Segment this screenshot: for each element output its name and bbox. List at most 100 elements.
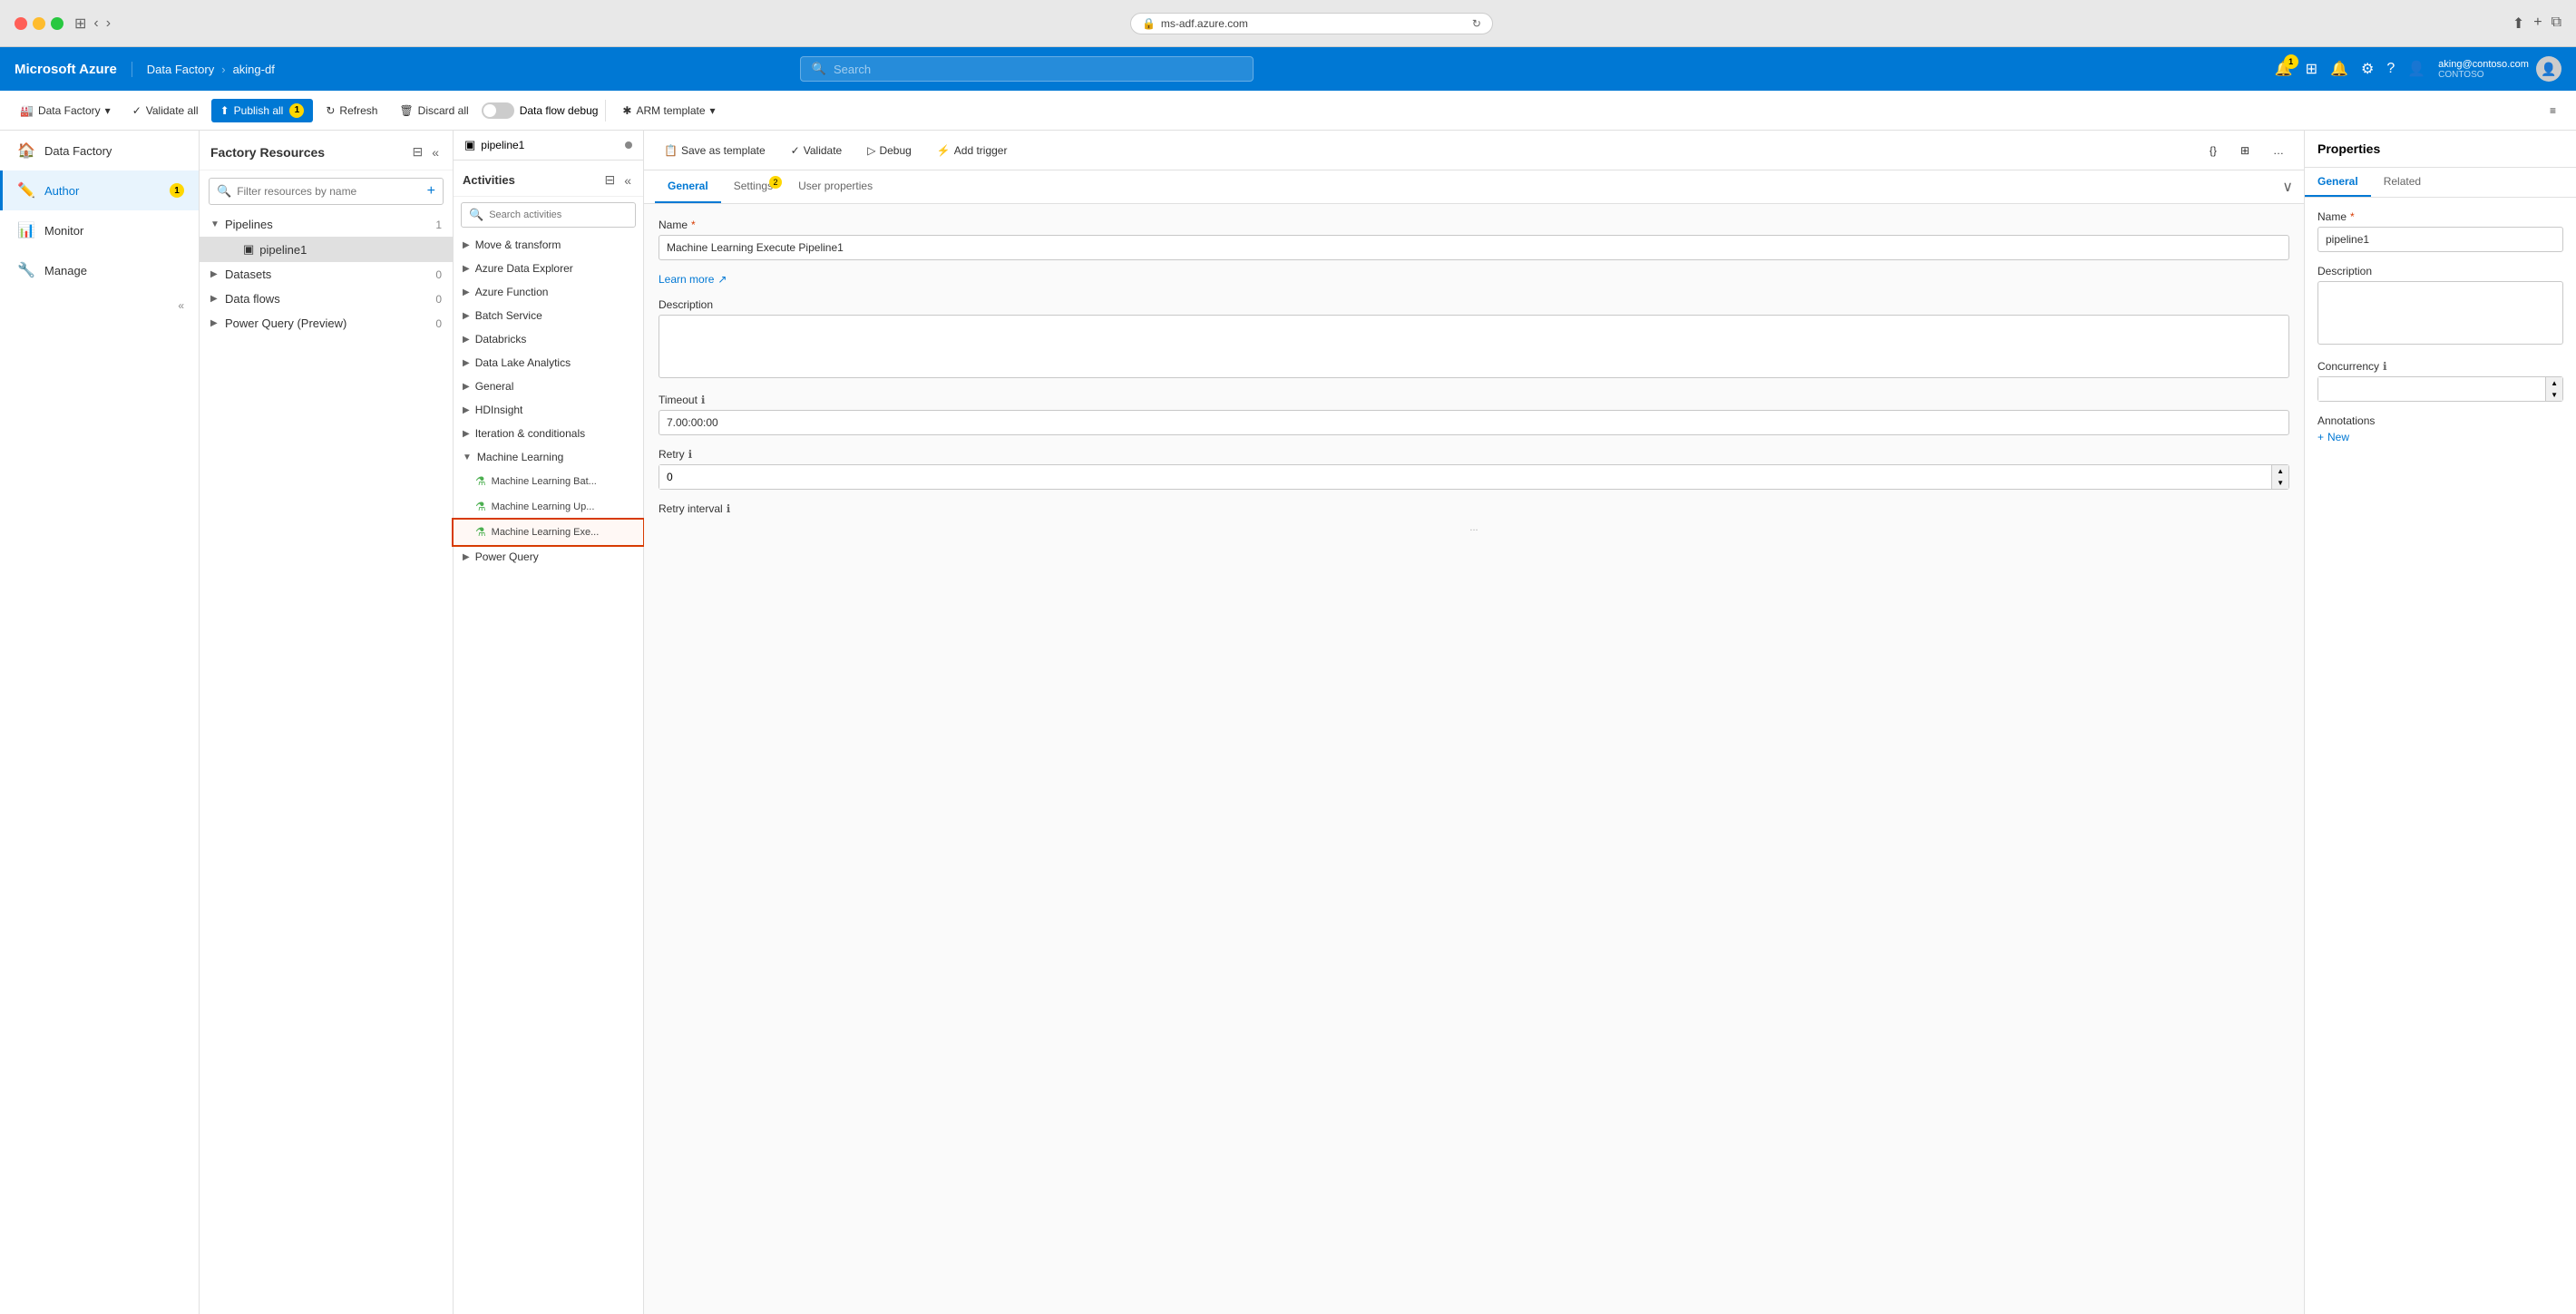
- category-databricks[interactable]: ▶ Databricks: [454, 327, 643, 351]
- validate-button[interactable]: ✓ Validate: [782, 140, 852, 161]
- concurrency-decrement[interactable]: ▼: [2546, 389, 2562, 401]
- sidebar-item-monitor[interactable]: 📊 Monitor: [0, 210, 199, 250]
- category-iteration[interactable]: ▶ Iteration & conditionals: [454, 422, 643, 445]
- sidebar-label-manage: Manage: [44, 264, 87, 277]
- help-icon[interactable]: ?: [2386, 61, 2395, 77]
- nav-user[interactable]: aking@contoso.com CONTOSO 👤: [2438, 56, 2561, 82]
- activity-ml-batch[interactable]: ⚗ Machine Learning Bat...: [454, 469, 643, 494]
- category-general[interactable]: ▶ General: [454, 375, 643, 398]
- retry-spinner[interactable]: ▲ ▼: [659, 464, 2289, 490]
- more-options-button[interactable]: …: [2264, 140, 2293, 161]
- retry-interval-group: Retry interval ℹ ...: [659, 502, 2289, 537]
- account-icon[interactable]: 👤: [2407, 60, 2425, 78]
- toolbar-menu-button[interactable]: ≡: [2541, 100, 2565, 122]
- alerts-icon[interactable]: 🔔: [2330, 60, 2348, 78]
- breadcrumb-data-factory[interactable]: Data Factory: [147, 63, 214, 76]
- monitor-icon: 📊: [17, 221, 35, 239]
- tab-general[interactable]: General: [655, 170, 721, 203]
- save-template-button[interactable]: 📋 Save as template: [655, 140, 775, 161]
- portal-menu-icon[interactable]: ⊞: [2306, 60, 2317, 78]
- pipeline-tab[interactable]: ▣ pipeline1: [454, 131, 643, 161]
- new-tab-icon[interactable]: +: [2533, 15, 2542, 33]
- concurrency-input[interactable]: [2318, 377, 2545, 401]
- concurrency-spinner[interactable]: ▲ ▼: [2317, 376, 2563, 402]
- category-azure-function[interactable]: ▶ Azure Function: [454, 280, 643, 304]
- description-textarea[interactable]: [659, 315, 2289, 378]
- validate-all-button[interactable]: ✓ Validate all: [123, 100, 208, 122]
- back-icon[interactable]: ‹: [93, 15, 98, 32]
- tab-settings[interactable]: Settings 2: [721, 170, 785, 203]
- breadcrumb-aking-df[interactable]: aking-df: [233, 63, 275, 76]
- reload-icon[interactable]: ↻: [1472, 17, 1481, 30]
- tabs-icon[interactable]: ⧉: [2552, 15, 2561, 33]
- code-view-button[interactable]: {}: [2200, 140, 2226, 161]
- activities-collapse-btn[interactable]: ⊟: [601, 170, 618, 190]
- toggle-switch[interactable]: [482, 102, 514, 119]
- layout-button[interactable]: ⊞: [2231, 140, 2259, 161]
- data-flow-debug-toggle[interactable]: Data flow debug: [482, 102, 599, 119]
- retry-input[interactable]: [659, 465, 2271, 489]
- expand-button[interactable]: ∨: [2282, 178, 2293, 196]
- new-annotation-button[interactable]: + New: [2317, 431, 2349, 443]
- category-data-lake-analytics[interactable]: ▶ Data Lake Analytics: [454, 351, 643, 375]
- retry-decrement[interactable]: ▼: [2272, 477, 2288, 489]
- add-resource-button[interactable]: +: [427, 183, 435, 200]
- tree-pipelines[interactable]: ▼ Pipelines 1: [200, 212, 453, 237]
- activity-ml-update[interactable]: ⚗ Machine Learning Up...: [454, 494, 643, 520]
- concurrency-increment[interactable]: ▲: [2546, 377, 2562, 389]
- category-azure-data-explorer[interactable]: ▶ Azure Data Explorer: [454, 257, 643, 280]
- name-input[interactable]: [659, 235, 2289, 260]
- category-machine-learning[interactable]: ▼ Machine Learning: [454, 445, 643, 469]
- timeout-input[interactable]: [659, 410, 2289, 435]
- right-tab-related[interactable]: Related: [2371, 168, 2434, 197]
- close-button[interactable]: [15, 17, 27, 30]
- activity-search-box[interactable]: 🔍: [461, 202, 636, 228]
- right-description-textarea[interactable]: [2317, 281, 2563, 345]
- ml-execute-label: Machine Learning Exe...: [492, 527, 600, 538]
- discard-all-button[interactable]: 🗑 Discard all: [390, 100, 477, 122]
- sidebar-toggle-icon[interactable]: ⊞: [74, 15, 86, 33]
- forward-icon[interactable]: ›: [106, 15, 111, 32]
- tree-pipeline1[interactable]: ▣ pipeline1: [200, 237, 453, 262]
- sidebar-item-author[interactable]: ✏️ Author 1: [0, 170, 199, 210]
- sidebar-item-manage[interactable]: 🔧 Manage: [0, 250, 199, 290]
- data-factory-dropdown[interactable]: 🏭 Data Factory ▾: [11, 100, 120, 122]
- refresh-button[interactable]: ↻ Refresh: [317, 100, 386, 122]
- debug-button[interactable]: ▷ Debug: [858, 140, 921, 161]
- azure-brand[interactable]: Microsoft Azure: [15, 62, 132, 77]
- tree-power-query[interactable]: ▶ Power Query (Preview) 0: [200, 311, 453, 336]
- sidebar-collapse-button[interactable]: «: [163, 290, 199, 321]
- datasets-count: 0: [435, 268, 442, 281]
- panel-collapse-btn[interactable]: ⊟: [409, 141, 425, 162]
- settings-icon[interactable]: ⚙: [2361, 60, 2374, 78]
- address-bar[interactable]: 🔒 ms-adf.azure.com ↻: [1130, 13, 1493, 34]
- add-trigger-button[interactable]: ⚡ Add trigger: [928, 140, 1017, 161]
- tree-dataflows[interactable]: ▶ Data flows 0: [200, 287, 453, 311]
- activities-close-btn[interactable]: «: [621, 170, 634, 190]
- retry-increment[interactable]: ▲: [2272, 465, 2288, 477]
- category-power-query[interactable]: ▶ Power Query: [454, 545, 643, 569]
- notifications-icon[interactable]: 🔔 1: [2275, 60, 2293, 78]
- panel-close-btn[interactable]: «: [429, 141, 442, 162]
- sidebar-item-data-factory[interactable]: 🏠 Data Factory: [0, 131, 199, 170]
- arm-template-button[interactable]: ✱ ARM template ▾: [613, 100, 724, 122]
- maximize-button[interactable]: [51, 17, 63, 30]
- publish-all-button[interactable]: ⬆ Publish all 1: [211, 99, 314, 122]
- minimize-button[interactable]: [33, 17, 45, 30]
- resource-search-input[interactable]: [237, 185, 421, 198]
- activity-ml-execute[interactable]: ⚗ Machine Learning Exe...: [454, 520, 643, 545]
- category-move-transform[interactable]: ▶ Move & transform: [454, 233, 643, 257]
- learn-more-link[interactable]: Learn more ↗: [659, 273, 2289, 286]
- tab-user-properties[interactable]: User properties: [785, 170, 885, 203]
- avatar[interactable]: 👤: [2536, 56, 2561, 82]
- category-hdinsight[interactable]: ▶ HDInsight: [454, 398, 643, 422]
- right-name-input[interactable]: [2317, 227, 2563, 252]
- tree-datasets[interactable]: ▶ Datasets 0: [200, 262, 453, 287]
- azure-search-bar[interactable]: 🔍 Search: [800, 56, 1254, 82]
- ml-batch-icon: ⚗: [475, 474, 486, 489]
- activity-search-input[interactable]: [489, 209, 628, 220]
- share-icon[interactable]: ⬆: [2513, 15, 2524, 33]
- right-tab-general[interactable]: General: [2305, 168, 2371, 197]
- resource-search-box[interactable]: 🔍 +: [209, 178, 444, 205]
- category-batch-service[interactable]: ▶ Batch Service: [454, 304, 643, 327]
